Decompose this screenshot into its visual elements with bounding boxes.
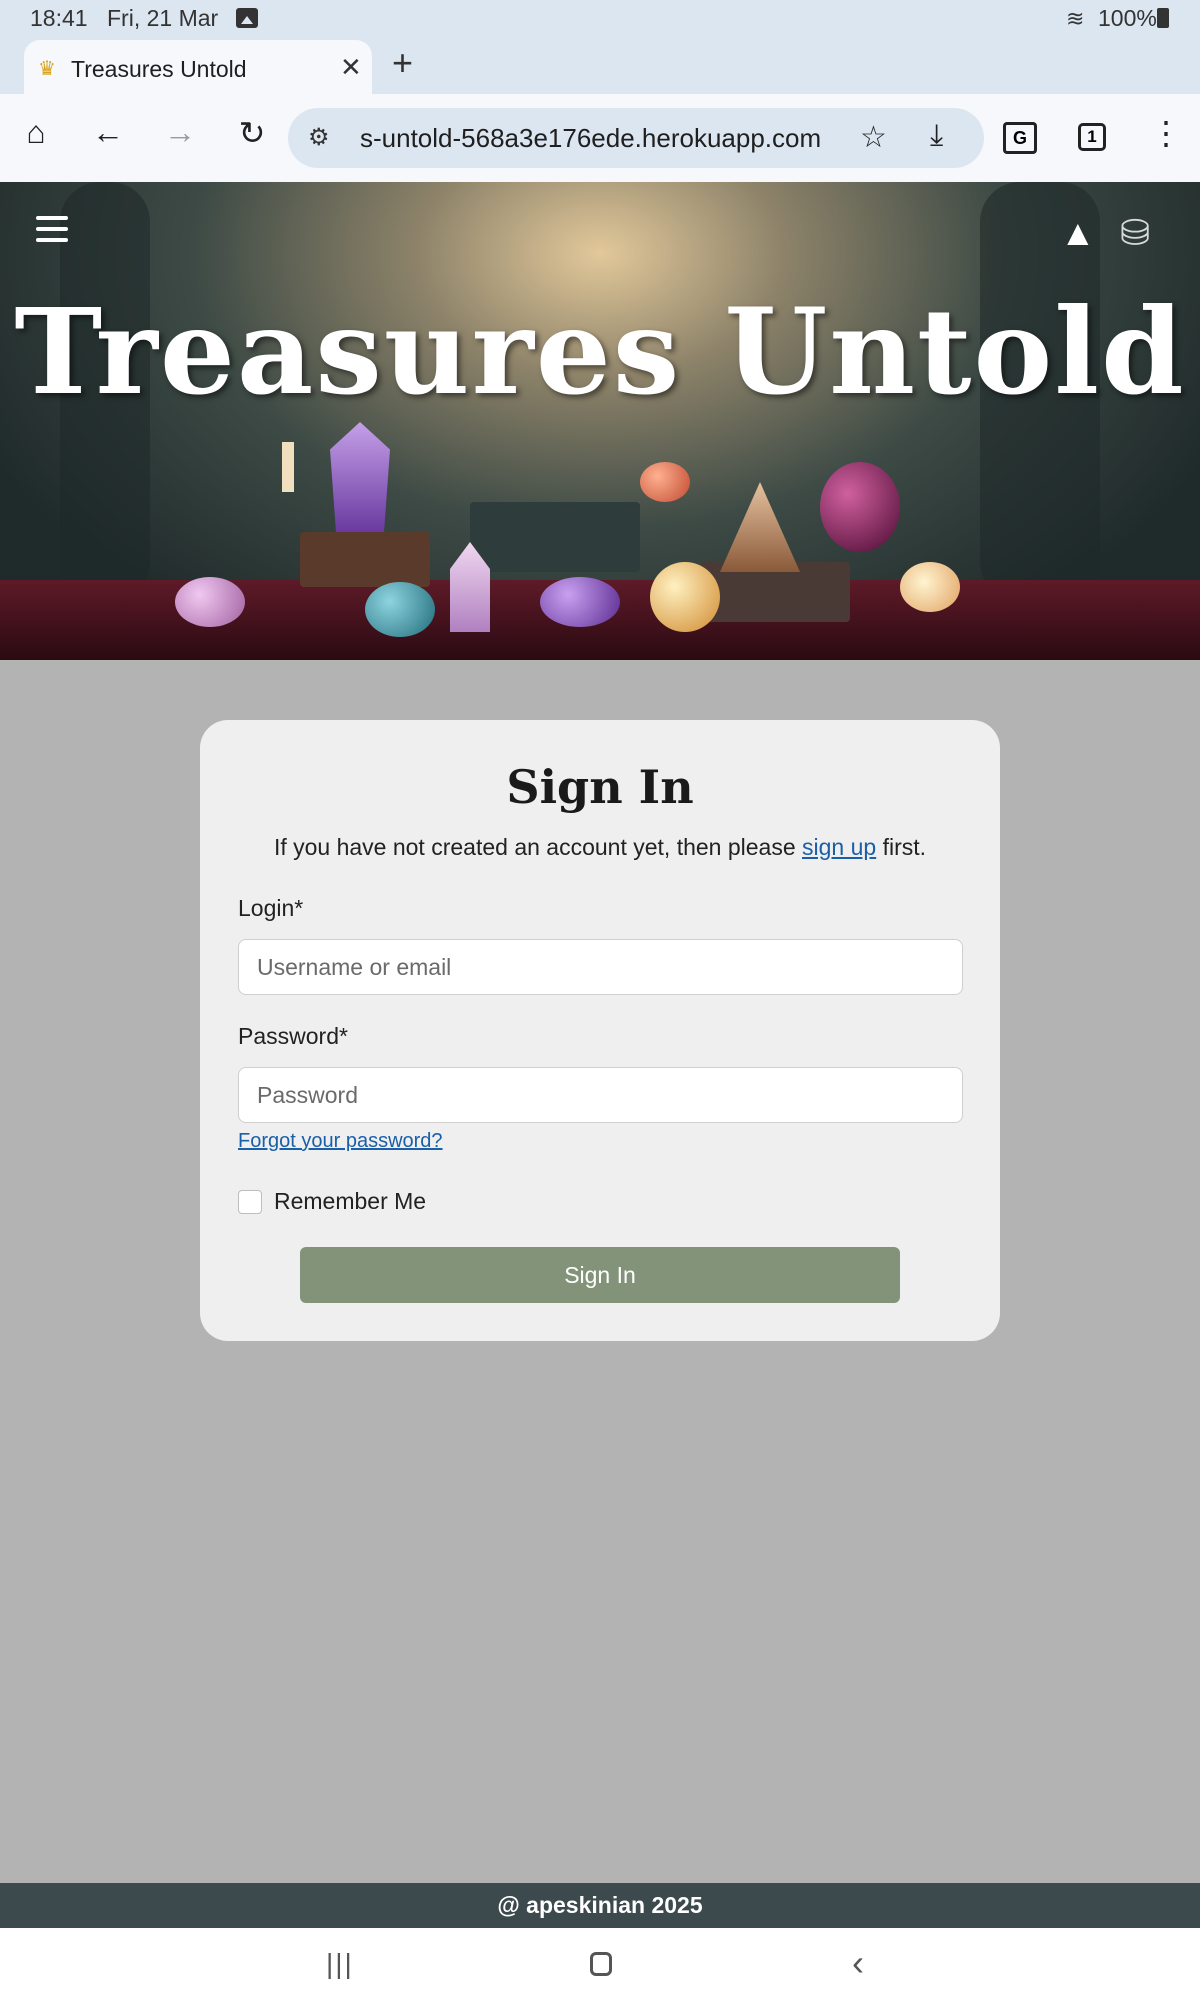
remember-me-checkbox[interactable] [238, 1190, 262, 1214]
banner-amethyst [330, 422, 390, 532]
status-date: Fri, 21 Mar [107, 5, 219, 31]
banner-potion-bottle [820, 462, 900, 552]
battery-icon [1157, 8, 1169, 28]
new-tab-button[interactable]: + [392, 42, 413, 84]
banner-crystal-cluster [175, 577, 245, 627]
reload-icon[interactable]: ↻ [228, 114, 276, 152]
bookmark-star-icon[interactable]: ☆ [860, 120, 887, 155]
system-home-icon[interactable] [590, 1952, 612, 1976]
site-header-banner: ▲ ⛁ Treasures Untold [0, 182, 1200, 660]
banner-turquoise [365, 582, 435, 637]
site-settings-icon[interactable]: ⚙ [308, 123, 330, 152]
signin-heading: Sign In [506, 760, 694, 814]
address-bar[interactable]: ⚙ s-untold-568a3e176ede.herokuapp.com ☆ … [288, 108, 984, 168]
browser-toolbar: ⌂ ← → ↻ ⚙ s-untold-568a3e176ede.herokuap… [0, 94, 1200, 182]
battery-level: 100% [1098, 5, 1157, 31]
back-icon[interactable]: ← [84, 114, 132, 151]
signup-link[interactable]: sign up [802, 834, 876, 860]
tab-switcher-icon[interactable]: 1 [1078, 123, 1106, 151]
translate-icon[interactable]: G [1003, 122, 1037, 154]
banner-book [300, 532, 430, 587]
system-back-icon[interactable]: ‹ [852, 1942, 864, 1984]
recents-icon[interactable]: ||| [326, 1948, 354, 1980]
download-icon[interactable]: ⤓ [930, 119, 943, 153]
close-tab-icon[interactable]: ✕ [340, 52, 362, 83]
hamburger-menu-icon[interactable] [36, 216, 68, 244]
forward-icon[interactable]: → [156, 114, 204, 151]
site-title[interactable]: Treasures Untold [0, 282, 1200, 421]
banner-candle [900, 562, 960, 612]
login-label: Login* [238, 895, 304, 921]
signin-intro: If you have not created an account yet, … [200, 834, 1000, 861]
home-icon[interactable]: ⌂ [12, 114, 60, 151]
site-footer: @ apeskinian 2025 [0, 1883, 1200, 1928]
browser-tab[interactable]: ♛ Treasures Untold ✕ [24, 40, 372, 94]
forgot-password-link[interactable]: Forgot your password? [238, 1130, 443, 1153]
basket-icon[interactable]: ⛁ [1120, 212, 1150, 254]
remember-me-label[interactable]: Remember Me [274, 1188, 426, 1215]
favicon-icon: ♛ [38, 58, 56, 80]
tab-title: Treasures Untold [71, 56, 247, 82]
intro-text-before: If you have not created an account yet, … [273, 834, 803, 860]
gallery-notification-icon [236, 8, 258, 28]
intro-text-after: first. [876, 834, 927, 860]
url-text[interactable]: s-untold-568a3e176ede.herokuapp.com [360, 123, 850, 154]
password-label: Password* [238, 1023, 348, 1049]
wifi-icon: ≋ [1066, 6, 1085, 31]
status-time: 18:41 [30, 5, 88, 31]
wizard-hat-icon[interactable]: ▲ [1060, 212, 1096, 254]
banner-book [470, 502, 640, 572]
signin-card: Sign In If you have not created an accou… [200, 720, 1000, 1341]
password-input[interactable]: Password [238, 1067, 963, 1123]
banner-amethyst-stone [540, 577, 620, 627]
banner-red-crystal [640, 462, 690, 502]
banner-pyramid [720, 482, 800, 572]
more-menu-icon[interactable]: ⋮ [1150, 114, 1182, 152]
login-input[interactable]: Username or email [238, 939, 963, 995]
signin-button[interactable]: Sign In [300, 1247, 900, 1303]
banner-glass-orb [650, 562, 720, 632]
banner-candle-stick [282, 442, 294, 492]
status-bar: 18:41 Fri, 21 Mar ≋ 100% [0, 0, 1200, 36]
browser-tab-strip: ♛ Treasures Untold ✕ + [0, 36, 1200, 94]
system-navigation-bar: ||| ‹ [0, 1928, 1200, 2000]
